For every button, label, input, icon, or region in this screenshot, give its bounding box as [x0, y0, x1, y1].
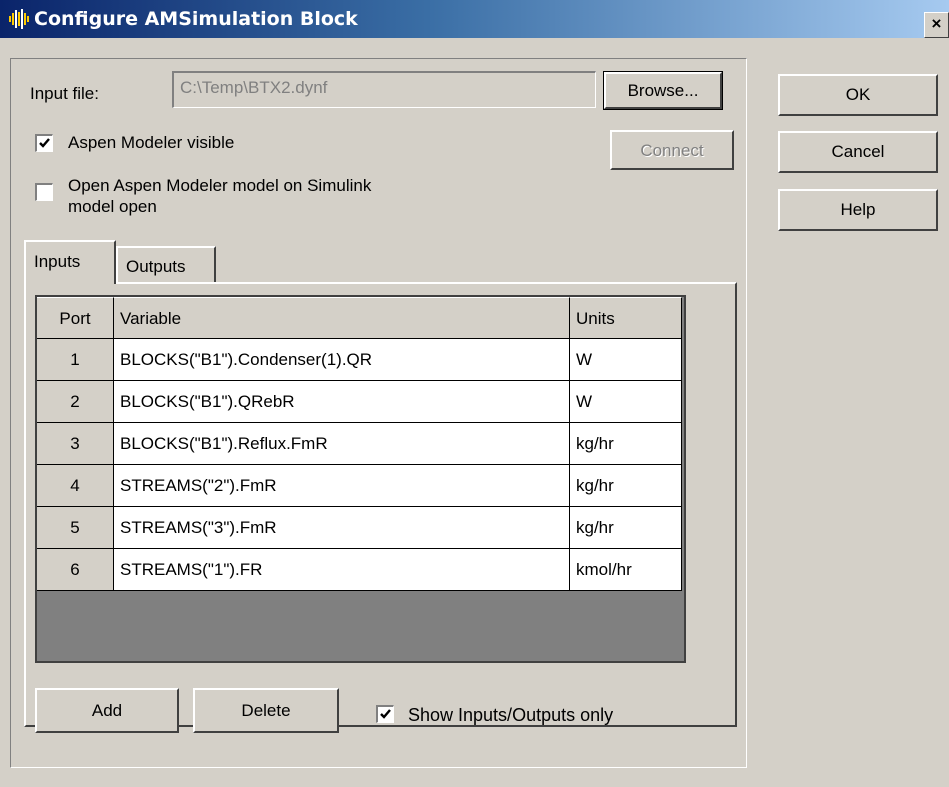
open-model-label-line2: model open — [68, 197, 157, 216]
show-only-checkbox[interactable] — [376, 705, 394, 723]
cancel-button-label: Cancel — [831, 142, 885, 161]
delete-button[interactable]: Delete — [193, 688, 339, 733]
input-file-label: Input file: — [30, 84, 99, 103]
input-file-field[interactable]: C:\Temp\BTX2.dynf — [172, 71, 596, 108]
connect-button[interactable]: Connect — [610, 130, 734, 170]
browse-button-label: Browse... — [627, 81, 699, 100]
column-header-variable[interactable]: Variable — [114, 297, 570, 339]
table-cell-variable[interactable]: BLOCKS("B1").Reflux.FmR — [114, 423, 570, 465]
table-cell-units[interactable]: kg/hr — [570, 423, 682, 465]
close-button[interactable]: × — [924, 12, 949, 38]
table-cell-variable[interactable]: BLOCKS("B1").QRebR — [114, 381, 570, 423]
row-header-port[interactable]: 3 — [37, 423, 114, 465]
browse-button[interactable]: Browse... — [603, 71, 723, 110]
column-header-port[interactable]: Port — [37, 297, 114, 339]
equalizer-bars-icon — [9, 9, 29, 29]
row-header-port[interactable]: 5 — [37, 507, 114, 549]
row-header-port[interactable]: 4 — [37, 465, 114, 507]
open-model-checkbox[interactable] — [35, 183, 53, 201]
column-header-units[interactable]: Units — [570, 297, 682, 339]
table-cell-units[interactable]: kmol/hr — [570, 549, 682, 591]
tab-outputs-label: Outputs — [126, 257, 186, 276]
ok-button-label: OK — [845, 85, 871, 104]
table-cell-variable[interactable]: BLOCKS("B1").Condenser(1).QR — [114, 339, 570, 381]
tab-outputs[interactable]: Outputs — [116, 246, 216, 282]
aspen-visible-checkbox[interactable] — [35, 134, 53, 152]
table-cell-units[interactable]: kg/hr — [570, 465, 682, 507]
ok-button[interactable]: OK — [778, 74, 938, 116]
cancel-button[interactable]: Cancel — [778, 131, 938, 173]
table-cell-variable[interactable]: STREAMS("1").FR — [114, 549, 570, 591]
tab-inputs[interactable]: Inputs — [24, 240, 116, 284]
add-button-label: Add — [91, 701, 123, 720]
title-bar[interactable]: Configure AMSimulation Block — [0, 0, 949, 38]
tab-inputs-label: Inputs — [34, 252, 81, 271]
add-button[interactable]: Add — [35, 688, 179, 733]
aspen-visible-label: Aspen Modeler visible — [68, 133, 235, 152]
table-cell-units[interactable]: kg/hr — [570, 507, 682, 549]
row-header-port[interactable]: 2 — [37, 381, 114, 423]
checkmark-icon — [380, 709, 391, 719]
connect-button-label: Connect — [640, 141, 704, 160]
show-only-label: Show Inputs/Outputs only — [408, 705, 614, 725]
table-cell-units[interactable]: W — [570, 381, 682, 423]
row-header-port[interactable]: 1 — [37, 339, 114, 381]
table-cell-variable[interactable]: STREAMS("3").FmR — [114, 507, 570, 549]
delete-button-label: Delete — [241, 701, 291, 720]
close-icon: × — [931, 14, 942, 33]
help-button-label: Help — [840, 200, 876, 219]
table-cell-units[interactable]: W — [570, 339, 682, 381]
open-model-label-line1: Open Aspen Modeler model on Simulink — [68, 176, 372, 195]
row-header-port[interactable]: 6 — [37, 549, 114, 591]
table-cell-variable[interactable]: STREAMS("2").FmR — [114, 465, 570, 507]
checkmark-icon — [39, 138, 50, 148]
window-title: Configure AMSimulation Block — [34, 8, 358, 30]
help-button[interactable]: Help — [778, 189, 938, 231]
